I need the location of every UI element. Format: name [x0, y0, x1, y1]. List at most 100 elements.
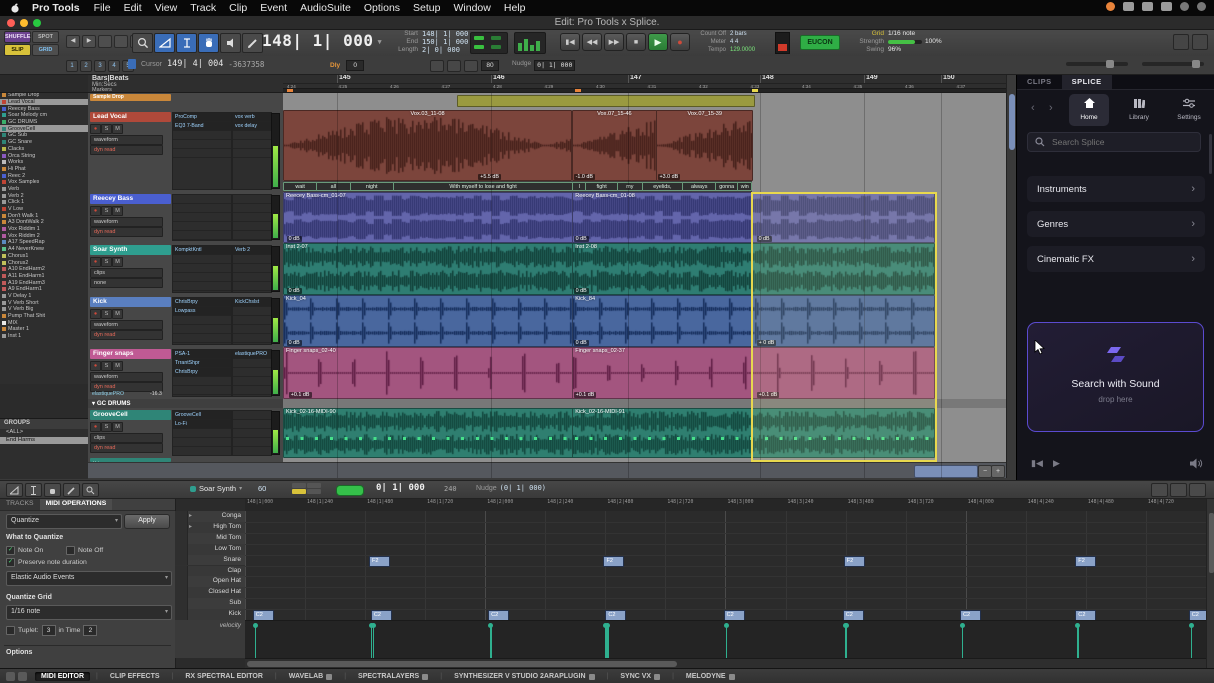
default-note-velocity[interactable]: 60 — [258, 484, 266, 493]
midi-note-f2[interactable]: F2 — [844, 556, 865, 567]
send-slot-empty[interactable] — [233, 429, 271, 438]
timeline-marker[interactable] — [287, 89, 293, 93]
zoomer-tool-icon[interactable] — [132, 33, 153, 53]
track-header-groovecell[interactable]: GrooveCell●SMclipsdyn readGrooveCellLo-F… — [88, 408, 283, 459]
velocity-dot[interactable] — [253, 623, 258, 628]
track-name[interactable]: Sample Drop — [90, 94, 171, 101]
menu-options[interactable]: Options — [364, 2, 400, 14]
track-solo-button[interactable]: S — [101, 124, 112, 134]
session-setup-icon[interactable] — [1192, 34, 1208, 50]
output-slider-1[interactable] — [1066, 62, 1128, 66]
bottom-tab-synthesizer-v-studio-2araplugin[interactable]: SYNTHESIZER V STUDIO 2ARAPLUGIN — [448, 672, 600, 681]
count-off-value[interactable]: 2 bars — [730, 30, 747, 38]
track-header-kick[interactable]: Kick●SMwaveformdyn readChrisBrpyLowpassK… — [88, 295, 283, 348]
track-mute-button[interactable]: M — [112, 422, 123, 432]
timeline-marker[interactable] — [575, 89, 581, 93]
lyric-clip[interactable]: fight — [585, 182, 618, 191]
record-button[interactable]: ● — [670, 33, 690, 51]
lyric-clip[interactable]: always — [682, 182, 716, 191]
selection-end[interactable]: 150| 1| 000 — [422, 38, 468, 46]
send-slot[interactable]: vox delay — [233, 122, 271, 131]
send-slot-empty[interactable] — [233, 213, 271, 222]
display-icon[interactable] — [1123, 2, 1134, 11]
strength-slider[interactable] — [888, 40, 922, 44]
track-header-finger-snaps[interactable]: Finger snaps●SMwaveformdyn readPSA-1Trra… — [88, 347, 283, 400]
velocity-dot[interactable] — [488, 623, 493, 628]
trim-tool-icon[interactable] — [6, 483, 23, 497]
tracklist-item[interactable]: A4 NeverKnew — [0, 246, 88, 253]
send-slot-empty[interactable] — [233, 377, 271, 386]
splice-settings-tab[interactable]: Settings — [1169, 94, 1209, 126]
insert-slot-empty[interactable] — [173, 334, 231, 343]
velocity-stem[interactable] — [490, 625, 492, 659]
clip[interactable]: Kick_02-16-MIDI-90 — [283, 408, 574, 458]
clip[interactable]: Inst 2-07 — [283, 243, 574, 295]
clip[interactable]: Kick_84 — [572, 295, 935, 347]
group-item[interactable]: End Harms — [0, 437, 88, 445]
insert-slot[interactable]: ChrisBrpy — [173, 298, 231, 307]
menu-app-name[interactable]: Pro Tools — [32, 2, 80, 14]
send-slot-empty[interactable] — [233, 222, 271, 231]
menu-help[interactable]: Help — [504, 2, 526, 14]
stop-button[interactable]: ■ — [626, 33, 646, 51]
tracklist-item[interactable]: Don't Walk 1 — [0, 212, 88, 219]
track-automation-selector[interactable]: dyn read — [90, 443, 163, 453]
expand-arrow-icon[interactable]: ▸ — [189, 523, 192, 530]
tracklist-item[interactable]: Chorus1 — [0, 253, 88, 260]
zoom-preset-button[interactable] — [98, 35, 112, 48]
pre-roll-value[interactable]: 0 — [346, 60, 364, 71]
rewind-button[interactable]: ◀◀ — [582, 33, 602, 51]
selection-length[interactable]: 2| 0| 000 — [422, 46, 460, 54]
trim-tool-icon[interactable] — [154, 33, 175, 53]
tracklist-item[interactable]: Works — [0, 159, 88, 166]
send-slot[interactable]: KickChslst — [233, 298, 271, 307]
tracklist-item[interactable]: A17 SpeedRap — [0, 239, 88, 246]
clip[interactable]: Vox.03_11-08 — [283, 110, 572, 181]
group-item[interactable]: <ALL> — [0, 429, 88, 437]
menu-window[interactable]: Window — [454, 2, 491, 14]
tracklist-item[interactable]: Reec 2 — [0, 172, 88, 179]
tracklist-item[interactable]: Chorus2 — [0, 259, 88, 266]
tracklist-item[interactable]: Sample Drop — [0, 92, 88, 99]
insert-slot-empty[interactable] — [173, 316, 231, 325]
lyric-clip[interactable]: my — [617, 182, 643, 191]
tracklist-item[interactable]: GrooveCell — [0, 125, 88, 132]
scrollbar-thumb[interactable] — [1009, 94, 1015, 150]
splice-tab-splice[interactable]: SPLICE — [1062, 74, 1112, 89]
category-cinematic-fx[interactable]: Cinematic FX› — [1027, 246, 1205, 272]
insert-slot-empty[interactable] — [173, 282, 231, 291]
pencil-tool-icon[interactable] — [63, 483, 80, 497]
track-name[interactable]: Kick — [90, 297, 171, 307]
insert-slot-empty[interactable] — [173, 429, 231, 438]
forward-icon[interactable]: › — [1049, 102, 1053, 114]
midi-note-c2[interactable]: C2 — [843, 610, 864, 620]
track-solo-button[interactable]: S — [101, 309, 112, 319]
notation-view-icon[interactable] — [1151, 483, 1168, 497]
track-record-button[interactable]: ● — [90, 206, 101, 216]
menu-track[interactable]: Track — [190, 2, 216, 14]
send-slot-empty[interactable] — [233, 334, 271, 343]
track-mute-button[interactable]: M — [112, 206, 123, 216]
midi-vertical-scrollbar[interactable] — [1206, 497, 1214, 668]
tracklist-item[interactable]: Inst 1 — [0, 333, 88, 340]
track-automation-selector[interactable]: dyn read — [90, 227, 163, 237]
lane-soar-synth[interactable]: Inst 2-07Inst 2-080 dB0 dB — [283, 243, 1006, 296]
splice-tab-clips[interactable]: CLIPS — [1017, 74, 1062, 89]
track-mute-button[interactable]: M — [112, 124, 123, 134]
send-slot-empty[interactable] — [233, 255, 271, 264]
play-icon[interactable]: ▶ — [1053, 458, 1060, 469]
track-header-soar-synth[interactable]: Soar Synth●SMclipsnoneKompktKntlVerb 2 — [88, 243, 283, 296]
midi-track-selector[interactable]: Soar Synth▾ — [190, 484, 242, 493]
track-record-button[interactable]: ● — [90, 309, 101, 319]
tracklist-item[interactable]: A3 DontWalk 2 — [0, 219, 88, 226]
track-record-button[interactable]: ● — [90, 361, 101, 371]
track-name[interactable]: Lead Vocal — [90, 112, 171, 122]
link-timeline-icon[interactable] — [430, 60, 444, 72]
clip[interactable]: Finger snaps_02-40 — [283, 347, 574, 399]
zoom-preset-4[interactable]: 4 — [108, 60, 120, 72]
lyric-clip[interactable]: gonna — [715, 182, 738, 191]
tracklist-item[interactable]: Verb 2 — [0, 192, 88, 199]
tracklist-item[interactable]: GC Sub — [0, 132, 88, 139]
previous-icon[interactable]: ▮◀ — [1031, 458, 1043, 469]
selection-start[interactable]: 148| 1| 000 — [422, 30, 468, 38]
